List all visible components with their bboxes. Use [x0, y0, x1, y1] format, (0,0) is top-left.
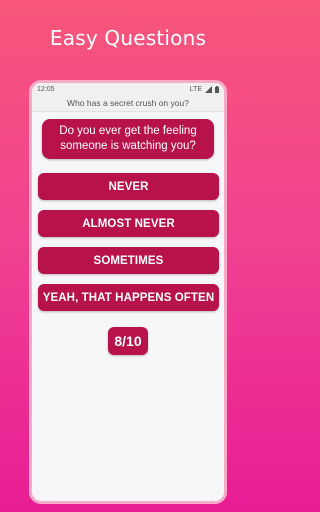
app-header: Who has a secret crush on you?: [32, 96, 224, 112]
promo-title: Easy Questions: [49, 26, 207, 50]
question-card: Do you ever get the feeling someone is w…: [42, 119, 214, 159]
status-right: LTE: [190, 86, 219, 93]
signal-icon: [205, 86, 212, 93]
answer-button-sometimes[interactable]: SOMETIMES: [38, 247, 219, 274]
answer-button-never[interactable]: NEVER: [38, 173, 219, 200]
progress-badge: 8/10: [108, 327, 148, 355]
battery-icon: [215, 86, 219, 93]
answer-list: NEVER ALMOST NEVER SOMETIMES YEAH, THAT …: [32, 173, 224, 311]
status-bar: 12:05 LTE: [32, 83, 224, 96]
network-label: LTE: [189, 86, 202, 93]
answer-button-almost-never[interactable]: ALMOST NEVER: [38, 210, 219, 237]
status-time: 12:05: [37, 86, 55, 93]
answer-button-happens-often[interactable]: YEAH, THAT HAPPENS OFTEN: [38, 284, 219, 311]
phone-frame: 12:05 LTE Who has a secret crush on you?…: [29, 80, 227, 504]
